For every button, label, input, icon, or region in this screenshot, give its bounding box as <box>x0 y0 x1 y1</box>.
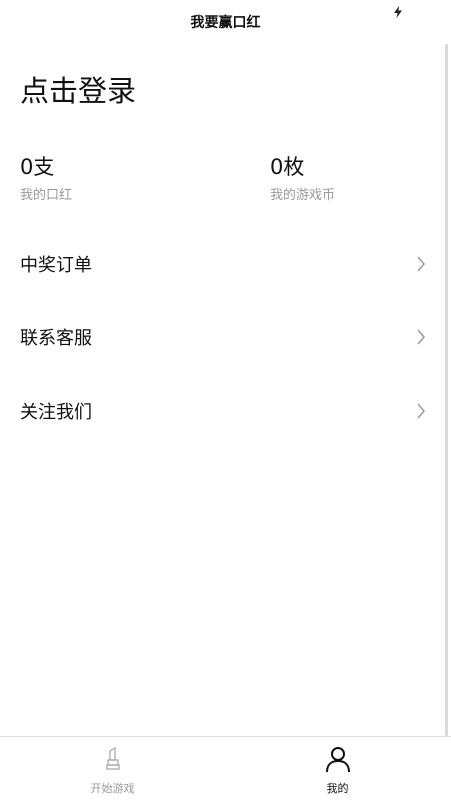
menu-item-customer-service[interactable]: 联系客服 <box>0 316 440 356</box>
stat-coins[interactable]: 0枚 我的游戏币 <box>270 154 335 203</box>
stat-coins-label: 我的游戏币 <box>270 188 336 203</box>
login-link[interactable]: 点击登录 <box>20 68 136 110</box>
stat-lipstick[interactable]: 0支 我的口红 <box>20 154 72 203</box>
tab-bar: 开始游戏 我的 <box>0 736 451 801</box>
chevron-right-icon <box>417 256 425 272</box>
user-icon <box>326 747 350 773</box>
bolt-icon <box>394 6 402 18</box>
stat-lipstick-value: 0支 <box>20 155 55 179</box>
title-bar: 我要赢口红 <box>0 0 451 44</box>
tab-mine[interactable]: 我的 <box>225 737 450 801</box>
lipstick-icon <box>106 746 120 770</box>
stat-lipstick-label: 我的口红 <box>20 188 73 203</box>
stat-coins-value: 0枚 <box>270 155 305 179</box>
menu-item-label: 中奖订单 <box>20 255 92 276</box>
menu-item-label: 关注我们 <box>20 402 92 423</box>
scrollbar[interactable] <box>445 44 448 736</box>
menu-item-follow-us[interactable]: 关注我们 <box>0 390 440 430</box>
page-title: 我要赢口红 <box>190 15 261 31</box>
chevron-right-icon <box>417 329 425 345</box>
menu-item-label: 联系客服 <box>20 328 92 349</box>
tab-start-game[interactable]: 开始游戏 <box>0 737 225 801</box>
chevron-right-icon <box>417 403 425 419</box>
menu-item-winning-orders[interactable]: 中奖订单 <box>0 243 440 283</box>
tab-mine-label: 我的 <box>326 782 349 795</box>
tab-start-game-label: 开始游戏 <box>90 782 135 795</box>
